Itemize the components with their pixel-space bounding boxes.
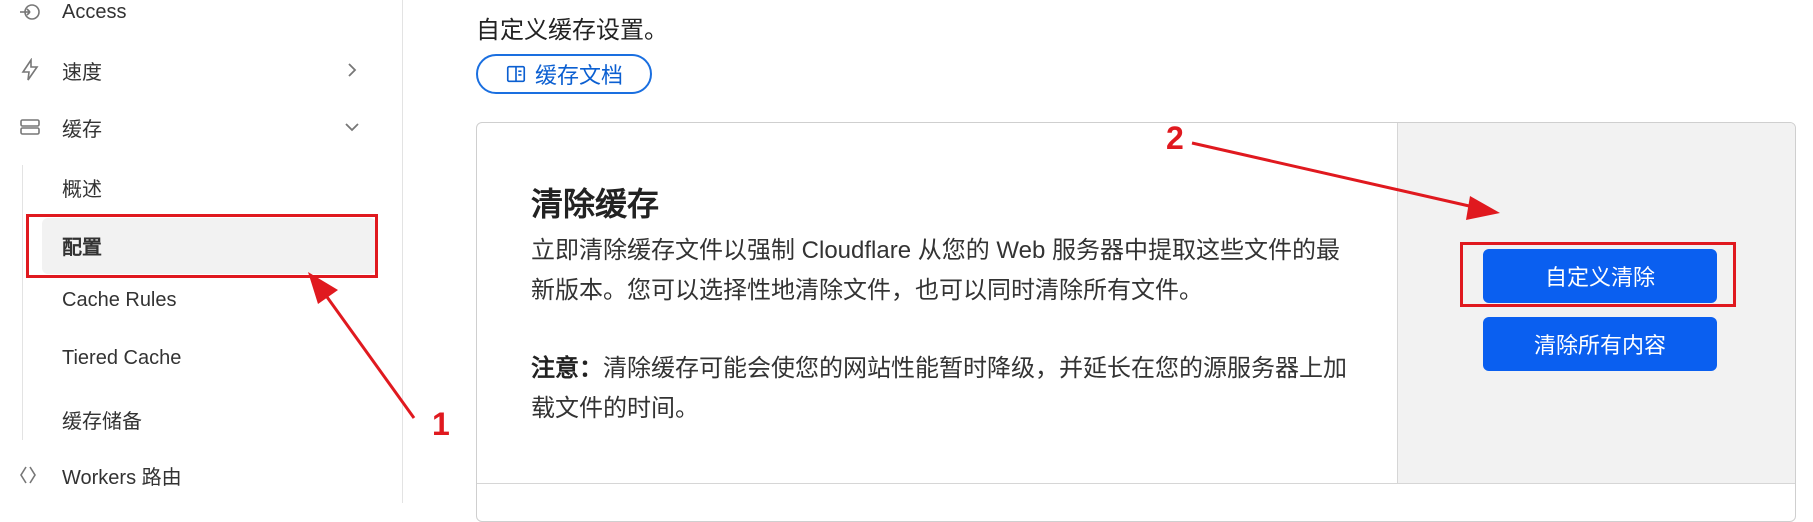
subnav-item-cache-rules[interactable]: Cache Rules — [62, 289, 177, 312]
sidebar-item-label: 缓存 — [62, 118, 102, 141]
note-text: 清除缓存可能会使您的网站性能暂时降级，并延长在您的源服务器上加载文件的时间。 — [531, 355, 1347, 422]
book-icon — [506, 65, 526, 83]
lightning-icon — [21, 58, 39, 81]
subnav-item-cache-reserve[interactable]: 缓存储备 — [62, 405, 142, 434]
card-title: 清除缓存 — [531, 186, 660, 222]
card-description: 立即清除缓存文件以强制 Cloudflare 从您的 Web 服务器中提取这些文… — [531, 237, 1340, 304]
chevron-right-icon — [348, 63, 357, 77]
subnav-item-tiered-cache[interactable]: Tiered Cache — [62, 347, 181, 370]
card-note: 注意：清除缓存可能会使您的网站性能暂时降级，并延长在您的源服务器上加载文件的时间… — [531, 349, 1361, 429]
sidebar-item-label: Workers 路由 — [62, 466, 182, 489]
annotation-box-custom-purge — [1460, 242, 1736, 307]
subnav-tree-line — [22, 165, 23, 440]
cache-docs-button[interactable]: 缓存文档 — [476, 54, 652, 94]
access-icon — [20, 4, 40, 20]
annotation-number-2: 2 — [1166, 120, 1184, 156]
subnav-item-overview[interactable]: 概述 — [62, 173, 102, 202]
chevron-down-icon — [345, 123, 359, 132]
note-label: 注意： — [531, 355, 603, 382]
purge-cache-card: 清除缓存 立即清除缓存文件以强制 Cloudflare 从您的 Web 服务器中… — [476, 122, 1796, 522]
sidebar-item-label: Access — [62, 0, 127, 23]
card-divider — [477, 483, 1795, 484]
cache-docs-label: 缓存文档 — [534, 63, 623, 88]
workers-icon — [20, 466, 36, 484]
storage-icon — [20, 119, 40, 135]
purge-everything-button[interactable]: 清除所有内容 — [1483, 317, 1717, 371]
sidebar-item-label: 速度 — [62, 61, 102, 84]
page-intro: 自定义缓存设置。 — [476, 17, 668, 44]
annotation-number-1: 1 — [432, 406, 450, 442]
annotation-box-config — [26, 214, 378, 278]
